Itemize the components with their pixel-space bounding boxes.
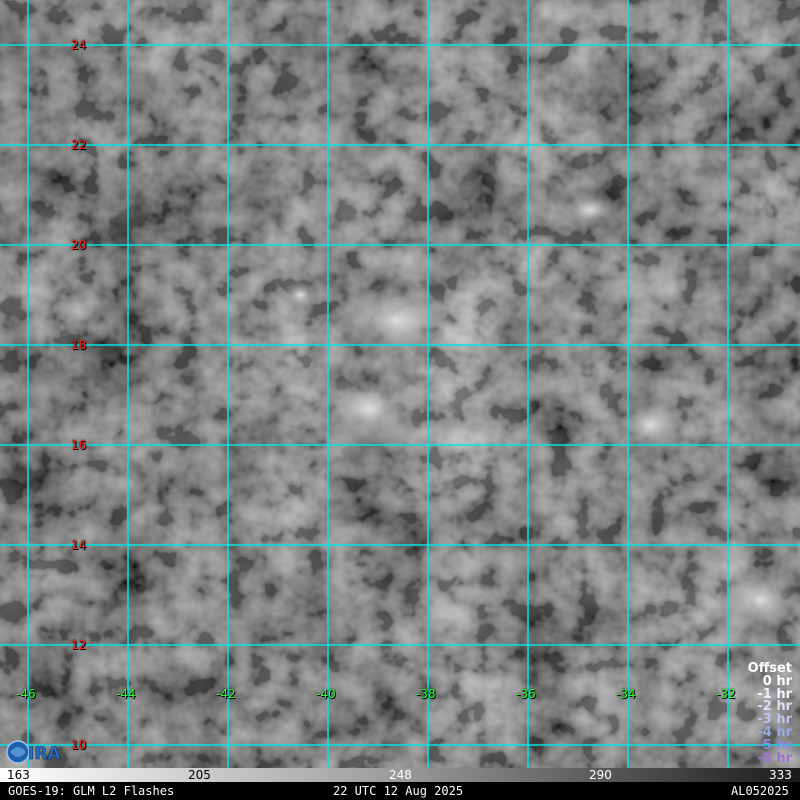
longitude-label: -34	[616, 687, 636, 701]
cira-logo: IRA	[4, 738, 74, 766]
longitude-label: -40	[316, 687, 336, 701]
longitude-label: -46	[16, 687, 36, 701]
longitude-label: -38	[416, 687, 436, 701]
latitude-label: 14	[71, 538, 87, 552]
latitude-label: 16	[71, 438, 87, 452]
longitude-label: -32	[716, 687, 736, 701]
satellite-image-map	[0, 0, 800, 768]
colorbar-tick-label: 290	[589, 768, 612, 782]
latitude-label: 22	[71, 138, 87, 152]
colorbar-tick-label: 333	[769, 768, 792, 782]
colorbar-tick-label: 248	[389, 768, 412, 782]
footer-product: GOES-19: GLM L2 Flashes	[8, 784, 175, 798]
offset-legend: Offset 0 hr -1 hr -2 hr -3 hr -4 hr -5 hr -6 h…	[748, 662, 792, 766]
colorbar-tick-label: 205	[188, 768, 211, 782]
latitude-label: 24	[71, 38, 87, 52]
legend-item: -6 hr	[757, 750, 792, 766]
longitude-label: -36	[516, 687, 536, 701]
latitude-label: 18	[71, 338, 87, 352]
longitude-label: -42	[216, 687, 236, 701]
latitude-label: 20	[71, 238, 87, 252]
longitude-label: -44	[116, 687, 136, 701]
svg-text:IRA: IRA	[28, 744, 61, 764]
colorbar-tick-label: 163	[7, 768, 30, 782]
footer-storm-id: AL052025	[731, 784, 789, 798]
footer-timestamp: 22 UTC 12 Aug 2025	[333, 784, 464, 798]
latitude-label: 12	[71, 638, 87, 652]
